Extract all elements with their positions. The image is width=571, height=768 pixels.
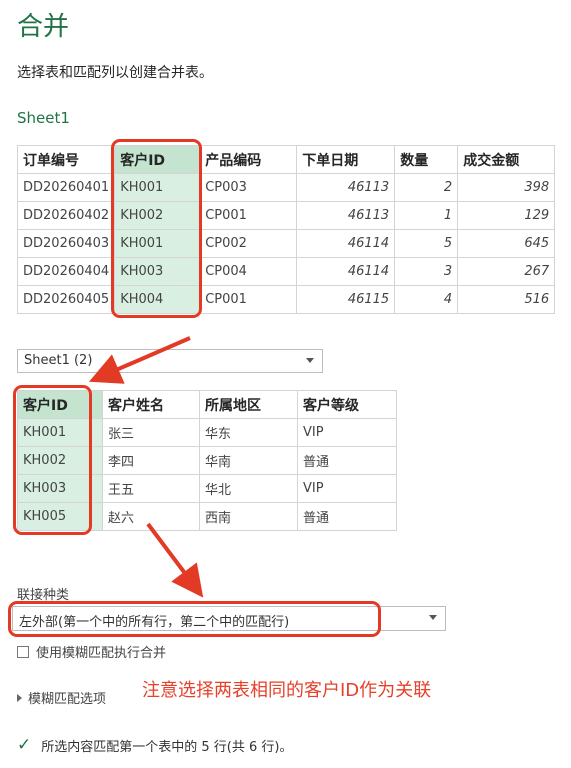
annotation-arrow-to-join-kind [146,522,204,598]
annotation-arrow-to-second-table [88,336,191,384]
annotation-arrows [88,336,204,598]
